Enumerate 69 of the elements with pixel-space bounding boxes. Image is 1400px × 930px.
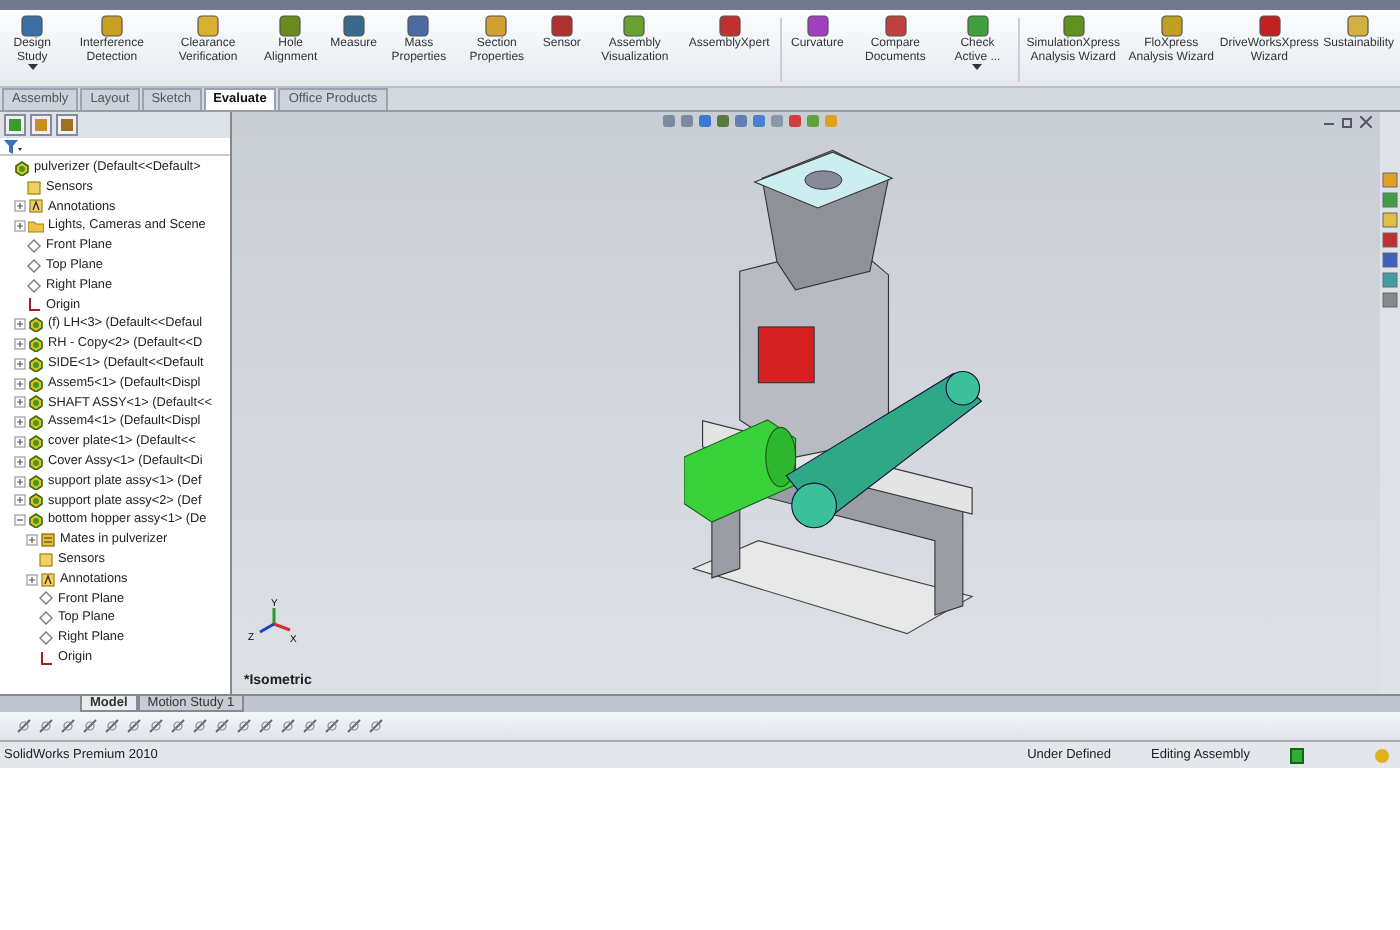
properties-tab-icon[interactable] (30, 114, 52, 136)
expand-icon[interactable] (14, 396, 26, 409)
sketch-tool-icon[interactable] (38, 718, 54, 734)
tool-icon (278, 14, 303, 38)
sketch-tool-icon[interactable] (368, 718, 384, 734)
restore-icon[interactable] (1342, 116, 1354, 128)
tool-icon (883, 14, 908, 38)
sensor-icon (38, 551, 54, 568)
expand-icon[interactable] (14, 200, 26, 213)
sketch-tool-icon[interactable] (346, 718, 362, 734)
sketch-tool-icon[interactable] (148, 718, 164, 734)
tool-icon (1346, 14, 1371, 38)
assembly-icon (14, 159, 30, 176)
expand-icon[interactable] (14, 436, 26, 449)
expand-icon[interactable] (14, 220, 26, 233)
expand-icon[interactable] (14, 494, 26, 507)
sensor-icon (26, 179, 42, 196)
sketch-tool-icon[interactable] (82, 718, 98, 734)
annotation-icon (40, 571, 56, 588)
expand-icon[interactable] (14, 377, 26, 390)
folder-icon (28, 218, 44, 235)
sketch-tool-icon[interactable] (236, 718, 252, 734)
feature-tree-tab-icon[interactable] (4, 114, 26, 136)
tool-icon (717, 14, 742, 38)
rebuild-icon[interactable] (1290, 747, 1304, 763)
assembly-icon (28, 414, 44, 431)
tool-icon (99, 14, 124, 38)
tool-icon (805, 14, 830, 38)
tool-icon (1257, 14, 1282, 38)
expand-icon[interactable] (14, 357, 26, 370)
annotation-icon (28, 198, 44, 215)
expand-icon[interactable] (14, 318, 26, 331)
sketch-tool-icon[interactable] (104, 718, 120, 734)
expand-icon[interactable] (26, 573, 38, 586)
expand-icon[interactable] (26, 534, 38, 547)
filter-icon[interactable] (4, 139, 22, 153)
mates-icon (40, 532, 56, 549)
tool-icon (965, 14, 990, 38)
collapse-icon[interactable] (14, 514, 26, 527)
origin-icon (26, 296, 42, 313)
tool-icon (20, 14, 45, 38)
tool-icon (196, 14, 221, 38)
sketch-tool-icon[interactable] (302, 718, 318, 734)
tool-icon (406, 14, 431, 38)
configuration-tab-icon[interactable] (56, 114, 78, 136)
expand-icon[interactable] (14, 338, 26, 351)
close-icon[interactable] (1360, 116, 1372, 128)
tool-icon (622, 14, 647, 38)
expand-icon[interactable] (14, 455, 26, 468)
tool-icon (1061, 14, 1086, 38)
expand-icon[interactable] (14, 475, 26, 488)
sketch-tool-icon[interactable] (192, 718, 208, 734)
sketch-tool-icon[interactable] (170, 718, 186, 734)
assembly-icon (28, 512, 44, 529)
expand-icon[interactable] (14, 416, 26, 429)
tool-icon (549, 14, 574, 38)
sketch-tool-icon[interactable] (126, 718, 142, 734)
sketch-tool-icon[interactable] (258, 718, 274, 734)
tool-icon (1159, 14, 1184, 38)
assembly-icon (28, 316, 44, 333)
sketch-tool-icon[interactable] (60, 718, 76, 734)
sketch-tool-icon[interactable] (280, 718, 296, 734)
tool-icon (484, 14, 509, 38)
origin-icon (38, 649, 54, 666)
axis-triad-icon (259, 608, 291, 634)
sketch-tool-icon[interactable] (324, 718, 340, 734)
tool-icon (341, 14, 366, 38)
sketch-tool-icon[interactable] (214, 718, 230, 734)
sketch-tool-icon[interactable] (16, 718, 32, 734)
